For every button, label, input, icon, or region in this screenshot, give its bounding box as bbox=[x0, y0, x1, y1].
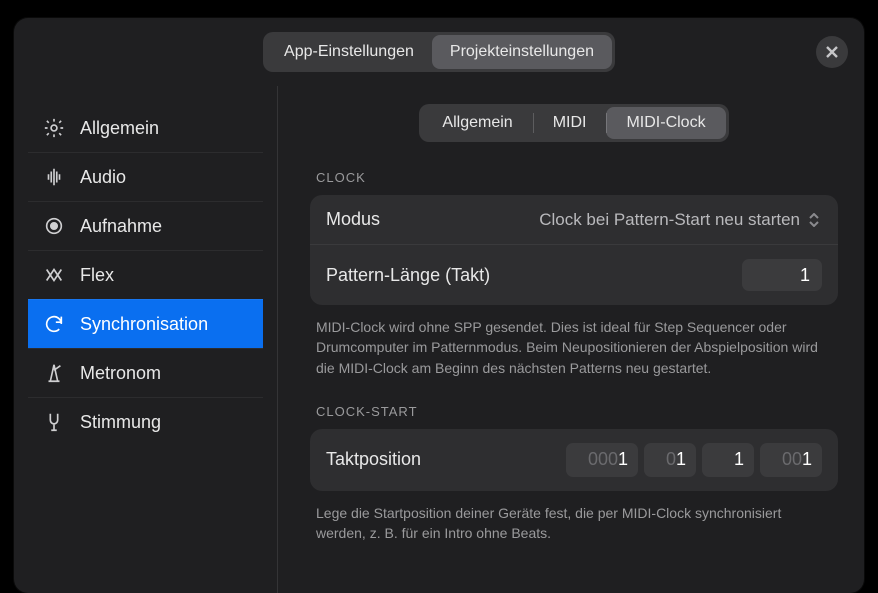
metronome-icon bbox=[42, 361, 66, 385]
sidebar-item-sync[interactable]: Synchronisation bbox=[28, 299, 263, 348]
section-label-clockstart: CLOCK-START bbox=[316, 404, 838, 419]
header-tabs: App-Einstellungen Projekteinstellungen bbox=[263, 32, 615, 72]
settings-window: App-Einstellungen Projekteinstellungen A… bbox=[14, 18, 864, 593]
pos-div[interactable]: 1 bbox=[702, 443, 754, 477]
sidebar: Allgemein Audio Aufnahme bbox=[14, 86, 278, 593]
record-icon bbox=[42, 214, 66, 238]
subtabs: Allgemein MIDI MIDI-Clock bbox=[419, 104, 728, 142]
header: App-Einstellungen Projekteinstellungen bbox=[14, 18, 864, 86]
subtab-midi-clock[interactable]: MIDI-Clock bbox=[606, 107, 725, 139]
sidebar-item-recording[interactable]: Aufnahme bbox=[28, 201, 263, 250]
gear-icon bbox=[42, 116, 66, 140]
sidebar-item-audio[interactable]: Audio bbox=[28, 152, 263, 201]
clock-help-text: MIDI-Clock wird ohne SPP gesendet. Dies … bbox=[316, 317, 832, 378]
subtab-general[interactable]: Allgemein bbox=[422, 107, 532, 139]
flex-icon bbox=[42, 263, 66, 287]
mode-label: Modus bbox=[326, 209, 380, 230]
sidebar-item-label: Metronom bbox=[80, 363, 161, 384]
tuning-fork-icon bbox=[42, 410, 66, 434]
section-label-clock: CLOCK bbox=[316, 170, 838, 185]
sidebar-item-label: Allgemein bbox=[80, 118, 159, 139]
close-button[interactable] bbox=[816, 36, 848, 68]
chevron-updown-icon bbox=[808, 211, 822, 229]
mode-value: Clock bei Pattern-Start neu starten bbox=[539, 210, 800, 230]
waveform-icon bbox=[42, 165, 66, 189]
sidebar-item-label: Synchronisation bbox=[80, 314, 208, 335]
subtab-midi[interactable]: MIDI bbox=[533, 107, 607, 139]
sidebar-item-tuning[interactable]: Stimmung bbox=[28, 397, 263, 446]
sidebar-item-label: Aufnahme bbox=[80, 216, 162, 237]
pattern-length-input[interactable]: 1 bbox=[742, 259, 822, 291]
pos-beats[interactable]: 01 bbox=[644, 443, 696, 477]
tab-project-settings[interactable]: Projekteinstellungen bbox=[432, 35, 612, 69]
row-bar-position: Taktposition 0001 01 1 001 bbox=[310, 429, 838, 491]
pattern-length-label: Pattern-Länge (Takt) bbox=[326, 265, 490, 286]
sync-icon bbox=[42, 312, 66, 336]
sidebar-item-label: Flex bbox=[80, 265, 114, 286]
body: Allgemein Audio Aufnahme bbox=[14, 86, 864, 593]
tab-app-settings[interactable]: App-Einstellungen bbox=[266, 35, 432, 69]
sidebar-item-metronome[interactable]: Metronom bbox=[28, 348, 263, 397]
pos-bars[interactable]: 0001 bbox=[566, 443, 638, 477]
clock-panel: Modus Clock bei Pattern-Start neu starte… bbox=[310, 195, 838, 305]
clockstart-panel: Taktposition 0001 01 1 001 bbox=[310, 429, 838, 491]
main-content: Allgemein MIDI MIDI-Clock CLOCK Modus Cl… bbox=[278, 86, 864, 593]
bar-position-input[interactable]: 0001 01 1 001 bbox=[566, 443, 822, 477]
close-icon bbox=[824, 44, 840, 60]
sidebar-item-label: Stimmung bbox=[80, 412, 161, 433]
pos-ticks[interactable]: 001 bbox=[760, 443, 822, 477]
sidebar-list: Allgemein Audio Aufnahme bbox=[28, 104, 263, 446]
clockstart-help-text: Lege die Startposition deiner Geräte fes… bbox=[316, 503, 832, 544]
sidebar-item-general[interactable]: Allgemein bbox=[28, 104, 263, 152]
row-pattern-length: Pattern-Länge (Takt) 1 bbox=[310, 244, 838, 305]
sidebar-item-label: Audio bbox=[80, 167, 126, 188]
mode-dropdown[interactable]: Clock bei Pattern-Start neu starten bbox=[539, 210, 822, 230]
bar-position-label: Taktposition bbox=[326, 449, 421, 470]
sidebar-item-flex[interactable]: Flex bbox=[28, 250, 263, 299]
row-mode[interactable]: Modus Clock bei Pattern-Start neu starte… bbox=[310, 195, 838, 244]
